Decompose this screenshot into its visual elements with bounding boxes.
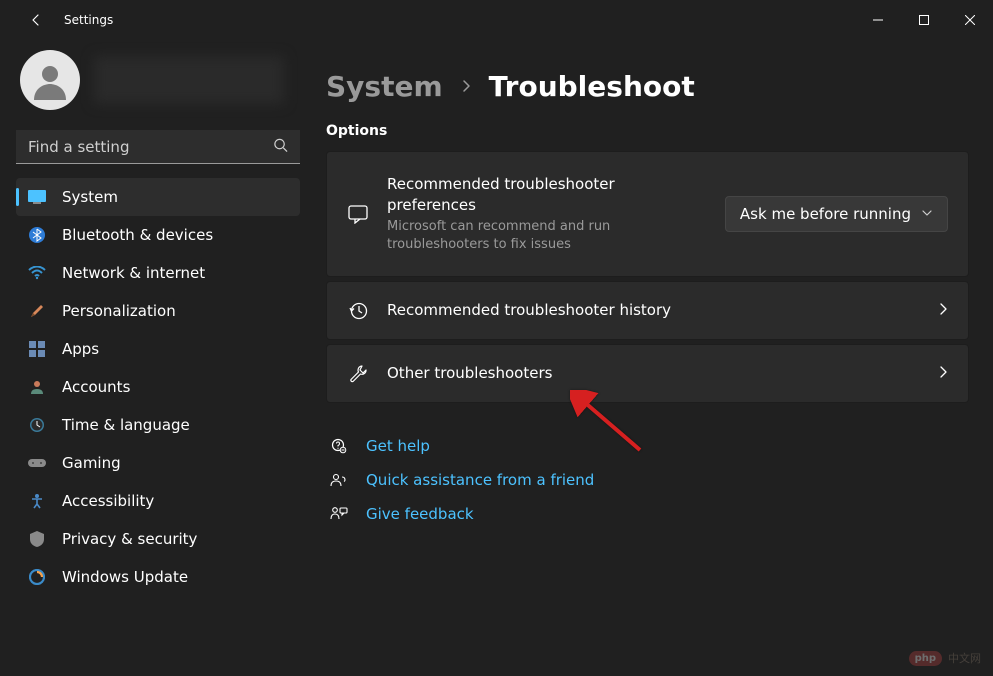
gaming-icon	[28, 454, 46, 472]
minimize-button[interactable]	[855, 0, 901, 40]
sidebar-item-label: Windows Update	[62, 568, 188, 586]
help-icon	[330, 438, 348, 454]
shield-icon	[28, 530, 46, 548]
close-button[interactable]	[947, 0, 993, 40]
card-recommended-preferences[interactable]: Recommended troubleshooter preferences M…	[326, 151, 969, 277]
maximize-button[interactable]	[901, 0, 947, 40]
search-icon	[273, 138, 288, 157]
chevron-right-icon	[461, 78, 471, 97]
sidebar-item-accounts[interactable]: Accounts	[16, 368, 300, 406]
page-title: Troubleshoot	[489, 70, 695, 103]
chevron-down-icon	[921, 205, 933, 223]
sidebar-item-gaming[interactable]: Gaming	[16, 444, 300, 482]
avatar	[20, 50, 80, 110]
sidebar-item-system[interactable]: System	[16, 178, 300, 216]
link-text: Get help	[366, 437, 430, 455]
profile-name-redacted	[94, 56, 284, 104]
sidebar-item-label: System	[62, 188, 118, 206]
profile-section[interactable]	[16, 40, 300, 130]
sidebar-item-label: Personalization	[62, 302, 176, 320]
quick-assist-icon	[330, 473, 348, 487]
sidebar-item-time-language[interactable]: Time & language	[16, 406, 300, 444]
accessibility-icon	[28, 492, 46, 510]
breadcrumb: System Troubleshoot	[326, 70, 969, 103]
sidebar-item-apps[interactable]: Apps	[16, 330, 300, 368]
sidebar-item-label: Network & internet	[62, 264, 205, 282]
apps-icon	[28, 340, 46, 358]
sidebar-item-network[interactable]: Network & internet	[16, 254, 300, 292]
main-content: System Troubleshoot Options Recommended …	[310, 40, 993, 676]
wifi-icon	[28, 264, 46, 282]
card-title: Other troubleshooters	[387, 363, 920, 384]
help-link-get-help[interactable]: Get help	[326, 429, 969, 463]
card-title: Recommended troubleshooter history	[387, 300, 920, 321]
history-icon	[347, 301, 369, 321]
sidebar-item-label: Accounts	[62, 378, 130, 396]
sidebar-item-label: Gaming	[62, 454, 121, 472]
sidebar-item-privacy[interactable]: Privacy & security	[16, 520, 300, 558]
sidebar-item-personalization[interactable]: Personalization	[16, 292, 300, 330]
search-input[interactable]	[16, 130, 300, 164]
bluetooth-icon	[28, 226, 46, 244]
watermark-text: 中文网	[948, 650, 981, 666]
window-title: Settings	[64, 13, 113, 27]
sidebar: System Bluetooth & devices Network & int…	[0, 40, 310, 676]
wrench-icon	[347, 364, 369, 384]
chevron-right-icon	[938, 364, 948, 383]
watermark-logo: php	[909, 651, 942, 666]
help-link-feedback[interactable]: Give feedback	[326, 497, 969, 531]
sidebar-item-label: Time & language	[62, 416, 190, 434]
nav-list: System Bluetooth & devices Network & int…	[16, 178, 300, 596]
card-troubleshooter-history[interactable]: Recommended troubleshooter history	[326, 281, 969, 340]
preferences-dropdown[interactable]: Ask me before running	[725, 196, 948, 232]
search-box	[16, 130, 300, 164]
clock-icon	[28, 416, 46, 434]
chevron-right-icon	[938, 301, 948, 320]
sidebar-item-windows-update[interactable]: Windows Update	[16, 558, 300, 596]
card-other-troubleshooters[interactable]: Other troubleshooters	[326, 344, 969, 403]
feedback-icon	[330, 506, 348, 522]
title-bar: Settings	[0, 0, 993, 40]
link-text: Give feedback	[366, 505, 474, 523]
system-icon	[28, 188, 46, 206]
update-icon	[28, 568, 46, 586]
accounts-icon	[28, 378, 46, 396]
sidebar-item-label: Apps	[62, 340, 99, 358]
sidebar-item-label: Bluetooth & devices	[62, 226, 213, 244]
chat-icon	[347, 204, 369, 224]
sidebar-item-accessibility[interactable]: Accessibility	[16, 482, 300, 520]
section-label: Options	[326, 123, 969, 139]
breadcrumb-parent[interactable]: System	[326, 70, 443, 103]
sidebar-item-bluetooth[interactable]: Bluetooth & devices	[16, 216, 300, 254]
sidebar-item-label: Privacy & security	[62, 530, 197, 548]
watermark: php 中文网	[909, 650, 981, 666]
dropdown-value: Ask me before running	[740, 205, 911, 223]
card-subtitle: Microsoft can recommend and run troubles…	[387, 218, 707, 254]
card-title: Recommended troubleshooter preferences	[387, 174, 707, 216]
help-links: Get help Quick assistance from a friend …	[326, 429, 969, 531]
back-button[interactable]	[16, 0, 56, 40]
sidebar-item-label: Accessibility	[62, 492, 154, 510]
help-link-quick-assist[interactable]: Quick assistance from a friend	[326, 463, 969, 497]
paintbrush-icon	[28, 302, 46, 320]
link-text: Quick assistance from a friend	[366, 471, 594, 489]
